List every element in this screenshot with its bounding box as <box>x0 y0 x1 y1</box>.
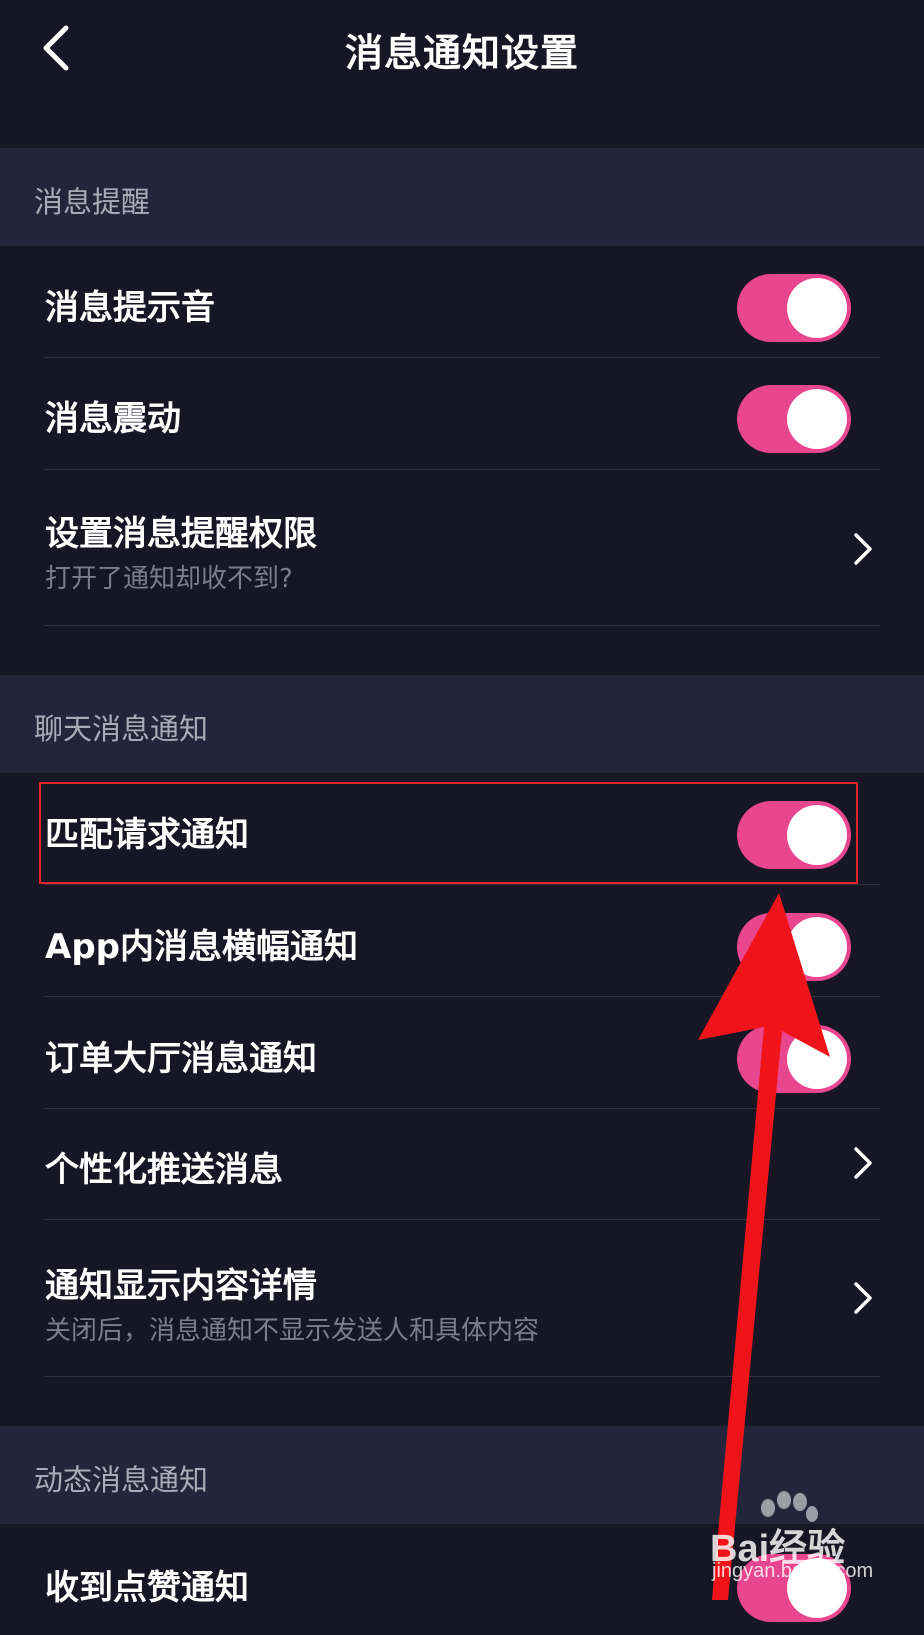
top-bar: 消息通知设置 <box>0 0 924 148</box>
chevron-right-icon <box>854 1282 872 1314</box>
message-sound-toggle[interactable] <box>737 274 851 342</box>
in-app-banner-toggle[interactable] <box>737 913 851 981</box>
settings-row-order-hall: 订单大厅消息通知 <box>0 997 924 1108</box>
row-label: 个性化推送消息 <box>45 1150 283 1190</box>
chevron-right-icon <box>854 1147 872 1179</box>
highlight-box <box>39 782 858 884</box>
row-label: 消息提示音 <box>45 288 215 328</box>
row-sublabel: 关闭后，消息通知不显示发送人和具体内容 <box>45 1316 540 1346</box>
section-header-chat-notifications: 聊天消息通知 <box>0 675 924 773</box>
toggle-knob <box>787 278 847 338</box>
settings-row-personalized-push[interactable]: 个性化推送消息 <box>0 1109 924 1219</box>
chevron-right-icon <box>854 533 872 565</box>
row-label: 订单大厅消息通知 <box>45 1039 317 1079</box>
section-title: 聊天消息通知 <box>34 712 209 746</box>
row-label: 设置消息提醒权限 <box>45 514 317 554</box>
settings-row-notification-detail[interactable]: 通知显示内容详情 关闭后，消息通知不显示发送人和具体内容 <box>0 1220 924 1376</box>
settings-row-message-vibration: 消息震动 <box>0 358 924 469</box>
toggle-knob <box>787 389 847 449</box>
row-divider <box>44 1376 880 1377</box>
toggle-knob <box>787 1029 847 1089</box>
row-label: 消息震动 <box>45 399 181 439</box>
row-divider <box>44 625 880 626</box>
row-sublabel: 打开了通知却收不到? <box>45 564 293 594</box>
settings-row-message-sound: 消息提示音 <box>0 246 924 357</box>
order-hall-toggle[interactable] <box>737 1025 851 1093</box>
settings-row-in-app-banner: App内消息横幅通知 <box>0 885 924 996</box>
message-vibration-toggle[interactable] <box>737 385 851 453</box>
row-label: App内消息横幅通知 <box>45 927 358 967</box>
section-header-message-reminder: 消息提醒 <box>0 148 924 246</box>
settings-row-reminder-permission[interactable]: 设置消息提醒权限 打开了通知却收不到? <box>0 470 924 625</box>
section-title: 消息提醒 <box>34 185 151 219</box>
toggle-knob <box>787 917 847 977</box>
row-label: 通知显示内容详情 <box>45 1266 317 1306</box>
watermark-url: jingyan.baidu.com <box>712 1560 874 1582</box>
page-title: 消息通知设置 <box>344 31 579 75</box>
section-title: 动态消息通知 <box>34 1463 209 1497</box>
row-label: 收到点赞通知 <box>45 1568 249 1608</box>
